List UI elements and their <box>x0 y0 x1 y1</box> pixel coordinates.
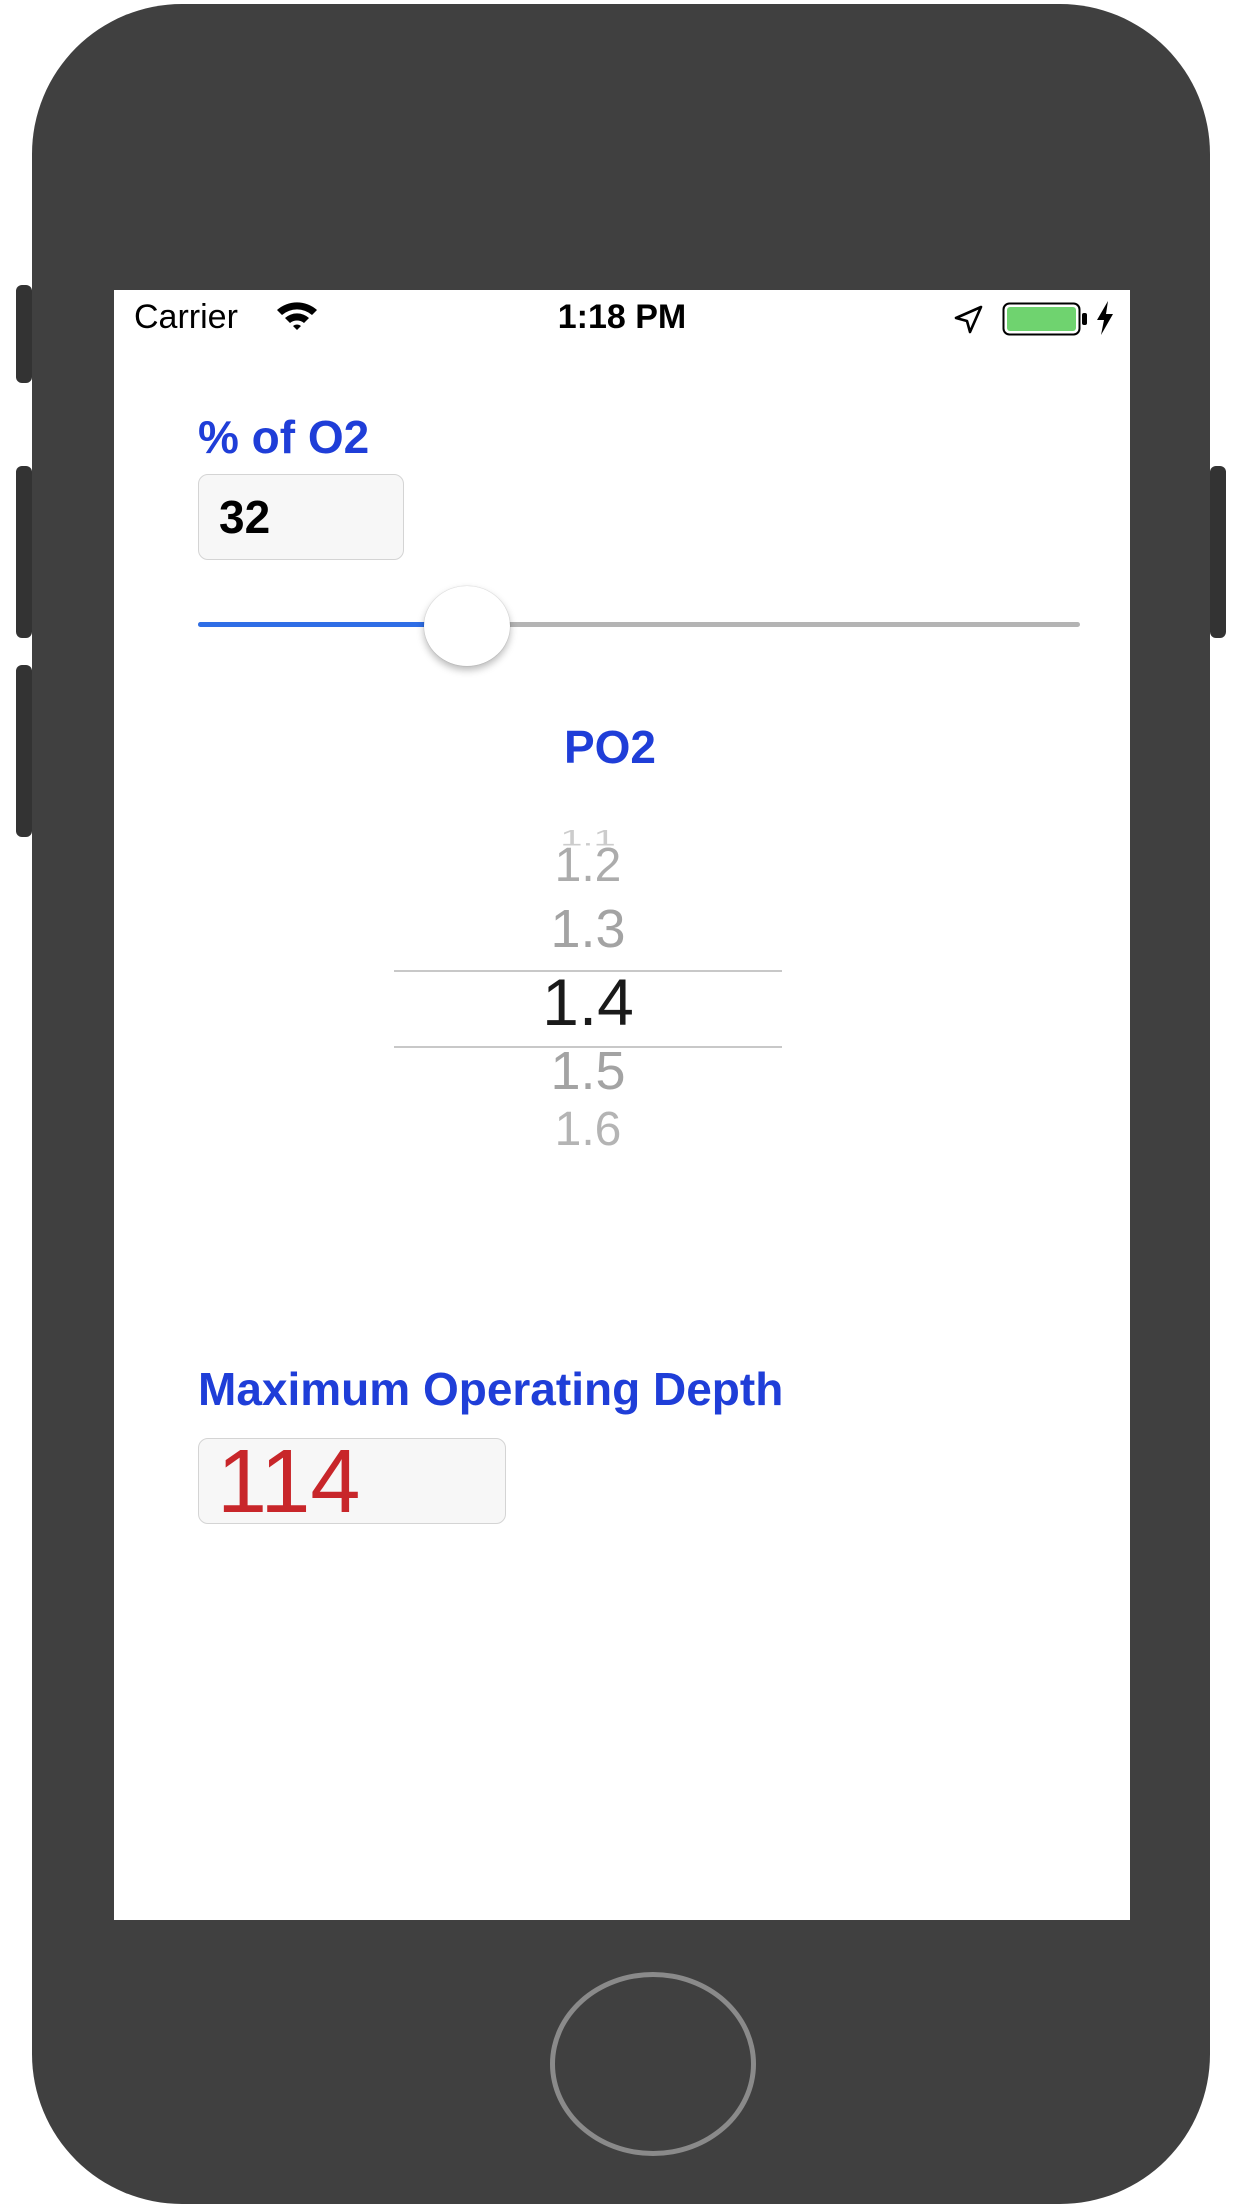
power-button <box>1210 466 1226 638</box>
po2-picker[interactable]: 1.1 1.2 1.3 1.4 1.5 1.6 <box>394 806 782 1226</box>
home-button[interactable] <box>550 1972 756 2156</box>
status-bar: Carrier 1:18 PM <box>114 290 1130 350</box>
volume-down-button <box>16 665 32 837</box>
picker-item[interactable]: 1.2 <box>394 838 782 893</box>
picker-item[interactable]: 1.5 <box>394 1040 782 1102</box>
po2-label: PO2 <box>563 721 657 773</box>
o2-percent-label: % of O2 <box>198 411 370 463</box>
app-screen: Carrier 1:18 PM % of O2 32 PO2 1.1 1.2 1… <box>114 290 1130 1920</box>
mod-label: Maximum Operating Depth <box>198 1363 784 1415</box>
canvas: Carrier 1:18 PM % of O2 32 PO2 1.1 1.2 1… <box>0 0 1242 2208</box>
picker-item[interactable]: 1.6 <box>394 1102 782 1157</box>
volume-up-button <box>16 466 32 638</box>
charging-bolt-icon <box>1094 300 1116 336</box>
location-arrow-icon <box>952 304 984 336</box>
o2-slider[interactable] <box>198 586 1080 666</box>
mute-switch <box>16 285 32 383</box>
slider-thumb[interactable] <box>424 586 511 666</box>
mod-value-field: 114 <box>198 1438 506 1524</box>
picker-selected-item[interactable]: 1.4 <box>394 964 782 1040</box>
battery-icon <box>1002 302 1092 336</box>
o2-percent-field[interactable]: 32 <box>198 474 404 560</box>
picker-item[interactable]: 1.3 <box>394 898 782 960</box>
